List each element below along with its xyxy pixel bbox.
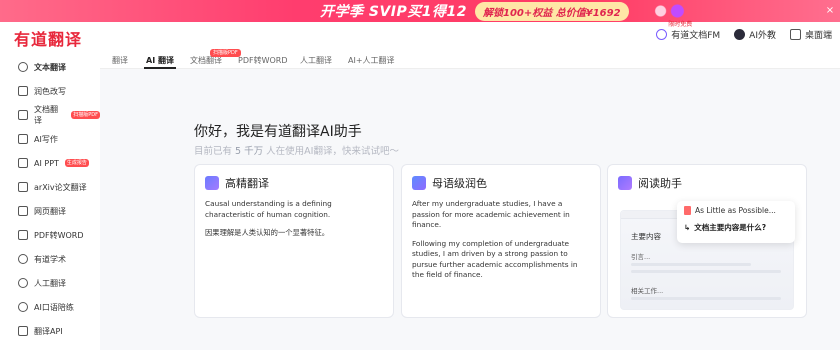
pdf-icon: [684, 206, 691, 215]
preview-text-line: [631, 297, 781, 300]
sidebar-item-label: 翻译API: [34, 326, 63, 336]
sidebar-item-doc-translate[interactable]: 文档翻译 扫描版PDF: [0, 103, 100, 127]
logo[interactable]: 有道翻译: [14, 26, 82, 50]
tab-ai-human-translate[interactable]: AI+人工翻译: [348, 55, 395, 66]
sidebar-item-label: PDF转WORD: [34, 230, 84, 240]
popup-question: 文档主要内容是什么?: [694, 223, 767, 232]
sidebar-item-ai-ppt[interactable]: AI PPT 生成报告: [0, 151, 100, 175]
preview-line-intro: 引言...: [631, 253, 651, 261]
tab-translate[interactable]: 翻译: [112, 55, 128, 66]
header-actions: 限时免费 有道文档FM AI外教 桌面端: [656, 21, 832, 41]
pen-icon: [412, 176, 426, 190]
card-reading-assistant[interactable]: 阅读助手 主要内容 引言... 相关工作... As Little as Pos…: [607, 164, 807, 318]
sidebar-item-label: 人工翻译: [34, 278, 66, 288]
doc-fm-link[interactable]: 限时免费 有道文档FM: [656, 21, 721, 41]
promo-banner[interactable]: 开学季 SVIP买1得12 解锁100+权益 总价值¥1692 ×: [0, 0, 840, 22]
ai-tutor-link[interactable]: AI外教: [734, 28, 776, 41]
sidebar-item-ai-writing[interactable]: AI写作: [0, 127, 100, 151]
promo-decoration-icon: [648, 2, 690, 20]
sidebar-item-label: 文档翻译: [34, 105, 58, 125]
sidebar-item-label: 文本翻译: [34, 62, 66, 72]
subtitle-prefix: 目前已有: [194, 146, 233, 157]
page-title: 你好，我是有道翻译AI助手: [194, 124, 362, 140]
sidebar-tag: 扫描版PDF: [71, 111, 100, 119]
convert-icon: [18, 230, 28, 240]
person-icon: [18, 278, 28, 288]
tab-human-translate[interactable]: 人工翻译: [300, 55, 332, 66]
paper-icon: [18, 182, 28, 192]
card-title: 高精翻译: [225, 177, 269, 190]
page-subtitle: 目前已有 5 千万 人在使用AI翻译，快来试试吧～: [194, 143, 399, 157]
card-title: 阅读助手: [638, 177, 682, 190]
promo-pill[interactable]: 解锁100+权益 总价值¥1692: [475, 1, 629, 21]
sidebar-item-text-translate[interactable]: 文本翻译: [0, 55, 100, 79]
headphones-icon: [656, 29, 668, 40]
preview-text-line: [631, 270, 781, 273]
sidebar-item-label: AI PPT: [34, 158, 59, 168]
sidebar-item-api[interactable]: 翻译API: [0, 319, 100, 343]
card-result-text: Following my completion of undergraduate…: [412, 238, 578, 280]
desktop-icon: [789, 29, 801, 40]
header: 有道翻译 限时免费 有道文档FM AI外教 桌面端: [0, 21, 840, 50]
ai-tutor-label: AI外教: [749, 31, 776, 41]
tab-pdf-word[interactable]: PDF转WORD: [238, 55, 288, 66]
tab-ai-translate[interactable]: AI 翻译: [146, 55, 174, 66]
popup-filename: As Little as Possible...: [695, 206, 776, 215]
magic-wand-icon: [18, 86, 28, 96]
sidebar-item-academic[interactable]: 有道学术: [0, 247, 100, 271]
sidebar-item-speaking[interactable]: AI口语陪练: [0, 295, 100, 319]
translate-icon: [205, 176, 219, 190]
main-content: 你好，我是有道翻译AI助手 目前已有 5 千万 人在使用AI翻译，快来试试吧～ …: [100, 69, 840, 350]
sidebar-item-arxiv[interactable]: arXiv论文翻译: [0, 175, 100, 199]
sidebar-item-pdf-word[interactable]: PDF转WORD: [0, 223, 100, 247]
sidebar-item-human-translate[interactable]: 人工翻译: [0, 271, 100, 295]
promo-title: 开学季 SVIP买1得12: [320, 4, 467, 20]
book-icon: [618, 176, 632, 190]
sidebar-item-label: 网页翻译: [34, 206, 66, 216]
desktop-label: 桌面端: [804, 31, 832, 41]
card-source-text: Causal understanding is a defining chara…: [205, 199, 332, 219]
doc-fm-label: 有道文档FM: [671, 31, 721, 41]
preview-text-line: [631, 263, 751, 266]
sidebar-item-label: arXiv论文翻译: [34, 182, 87, 192]
assistant-popup: As Little as Possible... ↳ 文档主要内容是什么?: [677, 201, 795, 243]
close-icon[interactable]: ×: [824, 5, 836, 17]
translate-icon: [18, 62, 28, 72]
avatar-icon: [734, 29, 746, 40]
sidebar-item-label: AI口语陪练: [34, 302, 74, 312]
api-icon: [18, 326, 28, 336]
sidebar-item-label: AI写作: [34, 134, 58, 144]
card-title: 母语级润色: [432, 177, 487, 190]
preview-line-related: 相关工作...: [631, 287, 664, 295]
preview-heading: 主要内容: [631, 232, 661, 241]
card-result-text: 因果理解是人类认知的一个显著特征。: [205, 228, 330, 237]
sidebar-item-web-translate[interactable]: 网页翻译: [0, 199, 100, 223]
reply-arrow-icon: ↳: [684, 223, 691, 232]
document-icon: [18, 110, 28, 120]
card-source-text: After my undergraduate studies, I have a…: [412, 199, 570, 229]
graduation-icon: [18, 254, 28, 264]
tab-bar: 翻译 AI 翻译 文档翻译 PDF转WORD 人工翻译 AI+人工翻译 扫描版P…: [100, 49, 840, 69]
pen-icon: [18, 134, 28, 144]
webpage-icon: [18, 206, 28, 216]
sidebar-item-polish[interactable]: 润色改写: [0, 79, 100, 103]
card-native-polish[interactable]: 母语级润色 After my undergraduate studies, I …: [401, 164, 601, 318]
sidebar-tag: 生成报告: [64, 159, 89, 167]
free-badge: 限时免费: [668, 21, 693, 28]
subtitle-number: 5 千万: [235, 146, 264, 157]
sidebar-item-label: 润色改写: [34, 86, 66, 96]
tab-badge: 扫描版PDF: [210, 49, 241, 57]
desktop-link[interactable]: 桌面端: [789, 28, 832, 41]
sidebar: 文本翻译 润色改写 文档翻译 扫描版PDF AI写作 AI PPT 生成报告 a…: [0, 49, 100, 350]
slides-icon: [18, 158, 28, 168]
sidebar-item-label: 有道学术: [34, 254, 66, 264]
microphone-icon: [18, 302, 28, 312]
subtitle-suffix: 人在使用AI翻译，快来试试吧～: [266, 146, 399, 157]
card-precise-translation[interactable]: 高精翻译 Causal understanding is a defining …: [194, 164, 394, 318]
